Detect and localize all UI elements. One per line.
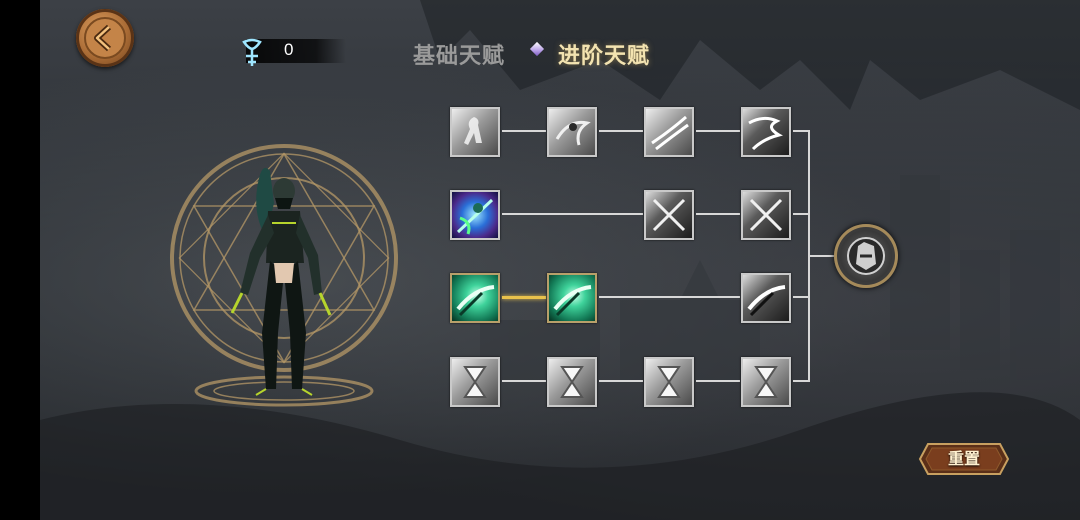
talent-point-value: 0: [284, 40, 294, 59]
ankh-rune-icon: [242, 38, 262, 66]
hourglass-icon: [657, 366, 681, 398]
talent-node-r3c1[interactable]: [450, 273, 500, 323]
tree-link: [599, 296, 740, 298]
talent-node-r4c3[interactable]: [644, 357, 694, 407]
tree-link: [696, 380, 740, 382]
talent-node-r4c4[interactable]: [741, 357, 791, 407]
talent-node-r3c2[interactable]: [547, 273, 597, 323]
left-edge-bar: [0, 0, 40, 520]
dash-swirl-icon: [555, 120, 591, 146]
crossed-blades-icon: [749, 198, 783, 232]
ultimate-talent-node[interactable]: [834, 224, 898, 288]
green-slash-icon: [456, 285, 495, 317]
hero-character: [230, 167, 332, 396]
tree-link: [793, 296, 809, 298]
tree-link: [793, 213, 809, 215]
crossed-blades-icon: [652, 198, 686, 232]
back-arrow-icon: [84, 17, 126, 59]
tab-advanced-talent[interactable]: 进阶天赋: [558, 38, 650, 70]
tree-link: [502, 213, 643, 215]
hero-magic-circle: [170, 144, 398, 407]
talent-node-r1c2[interactable]: [547, 107, 597, 157]
tree-link: [696, 213, 740, 215]
pose-silhouette-icon: [464, 117, 482, 145]
tree-link-active: [502, 296, 546, 299]
grey-slash-icon: [747, 285, 786, 317]
talent-node-r4c2[interactable]: [547, 357, 597, 407]
talent-node-r1c1[interactable]: [450, 107, 500, 157]
talent-node-r2c3[interactable]: [644, 190, 694, 240]
talent-node-r3c4[interactable]: [741, 273, 791, 323]
hourglass-icon: [754, 366, 778, 398]
tree-link: [599, 130, 643, 132]
talent-node-r2c1[interactable]: [450, 190, 500, 240]
reset-button[interactable]: 重置: [918, 442, 1010, 476]
hero-portrait-icon: [847, 237, 885, 275]
smoke-dash-icon: [748, 116, 783, 151]
talent-node-r4c1[interactable]: [450, 357, 500, 407]
reset-button-label: 重置: [947, 449, 980, 468]
talent-node-r1c3[interactable]: [644, 107, 694, 157]
green-slash-icon: [553, 285, 592, 317]
tree-link: [502, 130, 546, 132]
tree-link: [793, 380, 809, 382]
hourglass-icon: [463, 366, 487, 398]
wind-slash-icon: [651, 115, 689, 151]
talent-point-counter: 0: [236, 36, 346, 66]
tree-link: [808, 255, 836, 257]
blue-blade-skill-icon: [456, 198, 494, 235]
talent-node-r2c4[interactable]: [741, 190, 791, 240]
tree-link: [696, 130, 740, 132]
tree-link: [599, 380, 643, 382]
back-button[interactable]: [76, 9, 134, 67]
talent-screen: 0 基础天赋 进阶天赋 重置: [0, 0, 1080, 520]
tree-link: [793, 130, 809, 132]
talent-node-r1c4[interactable]: [741, 107, 791, 157]
hourglass-icon: [560, 366, 584, 398]
tree-link: [502, 380, 546, 382]
tab-basic-talent[interactable]: 基础天赋: [413, 38, 505, 70]
